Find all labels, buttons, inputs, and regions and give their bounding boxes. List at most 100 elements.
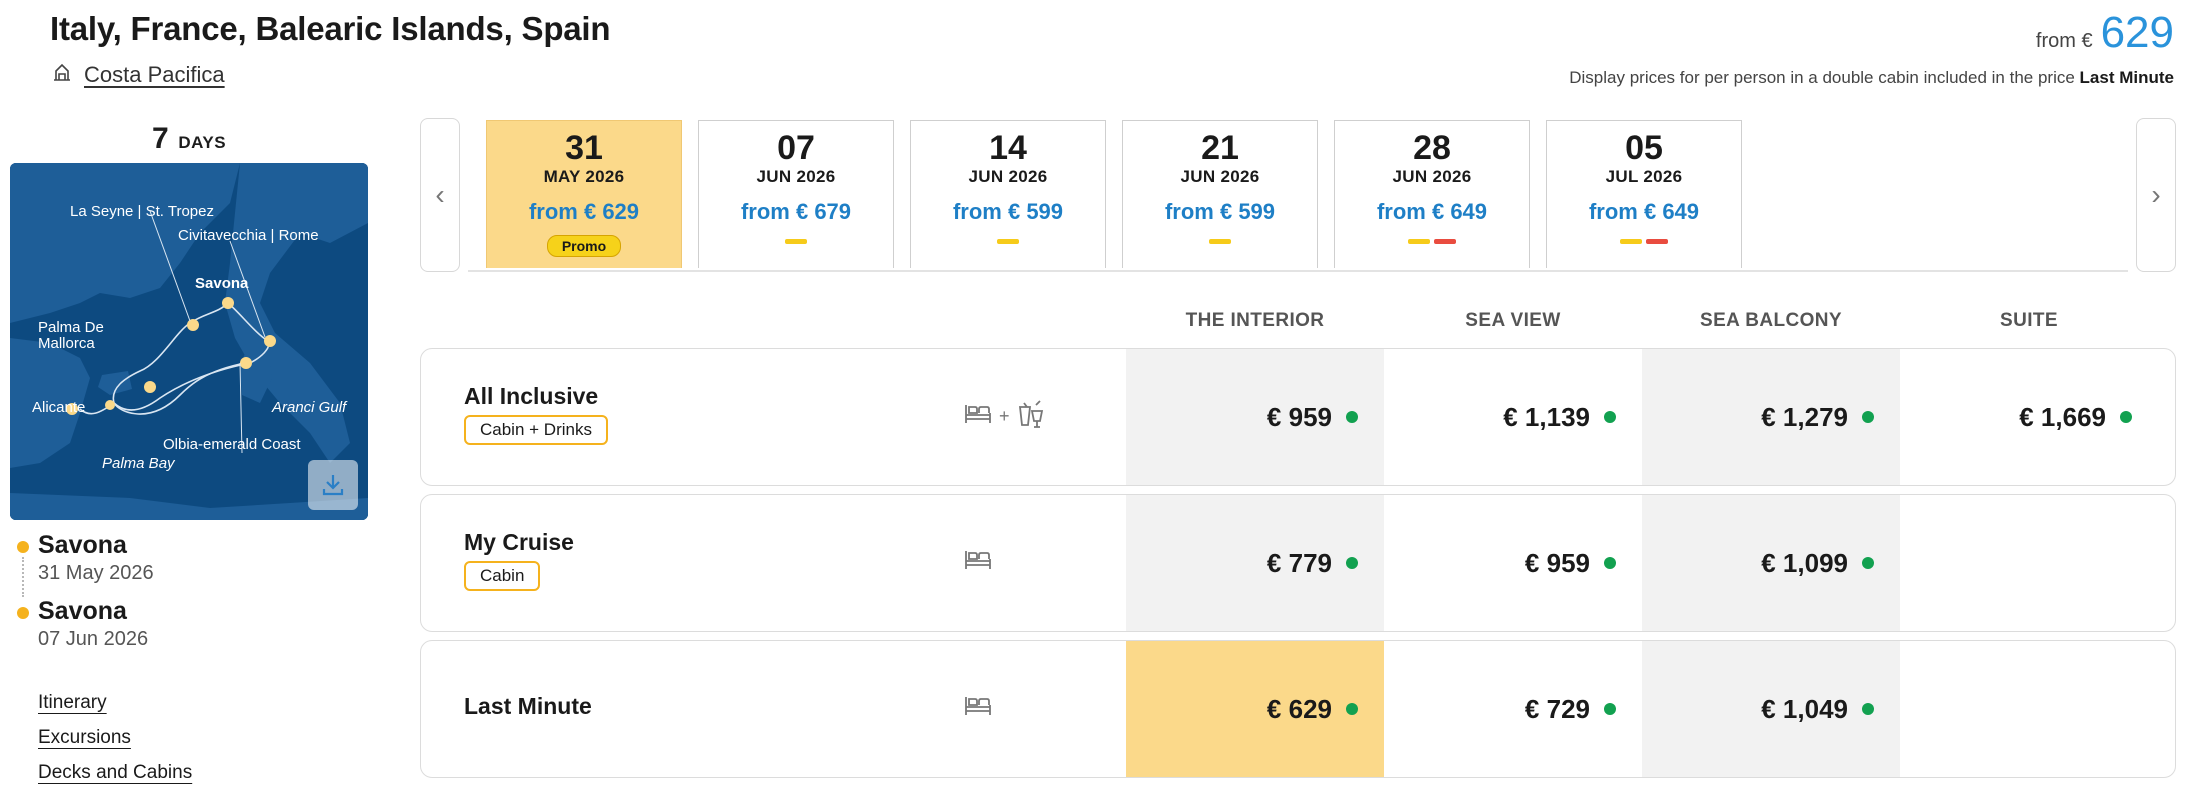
map-label-palma-1: Palma De (38, 319, 104, 336)
price-value: € 1,669 (2019, 401, 2106, 432)
date-month: JUN 2026 (1392, 166, 1472, 186)
date-day: 21 (1201, 129, 1239, 167)
date-day: 31 (565, 129, 603, 167)
fare-prices: € 629 € 729 € 1,049 (1126, 641, 2158, 777)
cabin-header-sea-balcony: SEA BALCONY (1700, 310, 1842, 331)
date-month: JUL 2026 (1605, 166, 1683, 186)
stop-city: Savona (38, 597, 127, 625)
price-cell[interactable]: € 779 (1126, 495, 1384, 631)
availability-bar-red (1434, 238, 1456, 244)
bed-icon (961, 543, 995, 582)
stop-date: 07 Jun 2026 (38, 628, 149, 650)
map-label-aranci: Aranci Gulf (272, 399, 347, 416)
stop-arrival: Savona 07 Jun 2026 (14, 596, 364, 662)
date-month: JUN 2026 (968, 166, 1048, 186)
date-card[interactable]: 07 JUN 2026 from € 679 (698, 120, 894, 268)
plus-sign: + (999, 406, 1010, 426)
stop-connector (22, 557, 24, 597)
stop-departure: Savona 31 May 2026 (14, 530, 364, 597)
fare-name: Last Minute (464, 693, 592, 719)
availability-bars (1123, 238, 1317, 245)
map-label-palma-2: Mallorca (38, 335, 95, 352)
price-from-value: 629 (2100, 8, 2174, 57)
price-cell[interactable]: € 1,139 (1384, 349, 1642, 485)
availability-bar-yellow (1408, 238, 1430, 244)
fare-included-icons (961, 543, 995, 582)
date-price: from € 649 (1588, 198, 1700, 224)
fare-included-icons (961, 689, 995, 728)
availability-dot (1346, 557, 1358, 569)
price-cell (1900, 641, 2158, 777)
availability-dot (2120, 411, 2132, 423)
date-card[interactable]: 31 MAY 2026 from € 629 Promo (486, 120, 682, 268)
availability-bar-yellow (1620, 238, 1642, 244)
duration-label: DAYS (178, 133, 227, 152)
price-cell[interactable]: € 1,279 (1642, 349, 1900, 485)
price-cell[interactable]: € 959 (1126, 349, 1384, 485)
availability-bar-yellow (785, 238, 807, 244)
decks-and-cabins-link[interactable]: Decks and Cabins (38, 762, 192, 784)
fare-included-icons: + (961, 397, 1048, 436)
fare-row: All Inclusive Cabin + Drinks + € 959 € 1,139… (420, 348, 2176, 486)
availability-bars (699, 238, 893, 245)
price-value: € 1,139 (1503, 401, 1590, 432)
price-cell[interactable]: € 729 (1384, 641, 1642, 777)
price-value: € 1,099 (1761, 547, 1848, 578)
carousel-track (468, 270, 2128, 272)
date-month: JUN 2026 (756, 166, 836, 186)
date-card[interactable]: 28 JUN 2026 from € 649 (1334, 120, 1530, 268)
price-cell[interactable]: € 1,099 (1642, 495, 1900, 631)
availability-dot (1604, 703, 1616, 715)
price-value: € 959 (1266, 401, 1332, 432)
date-day: 14 (989, 129, 1027, 167)
date-price: from € 629 (528, 198, 640, 224)
promo-badge: Promo (546, 234, 622, 257)
price-note: Display prices for per person in a doubl… (1569, 68, 2174, 88)
map-download-button[interactable] (308, 460, 358, 510)
availability-dot (1604, 411, 1616, 423)
map-label-civitavecchia: Civitavecchia | Rome (178, 227, 319, 244)
excursions-link[interactable]: Excursions (38, 727, 192, 749)
price-value: € 959 (1524, 547, 1590, 578)
itinerary-stops: Savona 31 May 2026 Savona 07 Jun 2026 (14, 530, 364, 662)
availability-dot (1862, 703, 1874, 715)
availability-bar-yellow (1209, 238, 1231, 244)
date-card[interactable]: 21 JUN 2026 from € 599 (1122, 120, 1318, 268)
date-card[interactable]: 05 JUL 2026 from € 649 (1546, 120, 1742, 268)
date-card[interactable]: 14 JUN 2026 from € 599 (910, 120, 1106, 268)
itinerary-link[interactable]: Itinerary (38, 692, 192, 714)
ship-link[interactable]: Costa Pacifica (50, 60, 225, 90)
date-price: from € 649 (1376, 198, 1488, 224)
fare-row: My Cruise Cabin € 779 € 959 € 1,099 (420, 494, 2176, 632)
map-label-alicante: Alicante (32, 399, 86, 416)
carousel-prev-button[interactable]: ‹ (420, 118, 460, 272)
price-cell[interactable]: € 1,669 (1900, 349, 2158, 485)
cruise-links: Itinerary Excursions Decks and Cabins (38, 692, 192, 797)
download-icon (319, 471, 347, 499)
stop-dot (17, 607, 29, 619)
cabin-header-interior: THE INTERIOR (1185, 310, 1325, 331)
map-label-savona: Savona (195, 275, 249, 292)
date-price: from € 599 (1164, 198, 1276, 224)
price-value: € 1,279 (1761, 401, 1848, 432)
availability-dot (1346, 411, 1358, 423)
price-cell[interactable]: € 629 (1126, 641, 1384, 777)
fare-tag: Cabin (464, 561, 541, 591)
cabin-header-suite: SUITE (2000, 310, 2058, 331)
map-label-palma-bay: Palma Bay (102, 455, 175, 472)
availability-bars (1335, 238, 1529, 245)
carousel-next-button[interactable]: › (2136, 118, 2176, 272)
map-label-olbia: Olbia-emerald Coast (163, 436, 301, 453)
price-from: from € 629 (2036, 8, 2174, 58)
date-price: from € 679 (740, 198, 852, 224)
date-day: 07 (777, 129, 815, 167)
itinerary-map[interactable]: La Seyne | St. Tropez Civitavecchia | Ro… (10, 163, 368, 520)
cabin-header-sea-view: SEA VIEW (1465, 310, 1561, 331)
price-cell[interactable]: € 959 (1384, 495, 1642, 631)
availability-bar-yellow (997, 238, 1019, 244)
availability-bars (911, 238, 1105, 245)
ship-name[interactable]: Costa Pacifica (84, 62, 225, 88)
drinks-icon (1014, 397, 1048, 436)
ship-icon (50, 60, 74, 90)
price-cell[interactable]: € 1,049 (1642, 641, 1900, 777)
